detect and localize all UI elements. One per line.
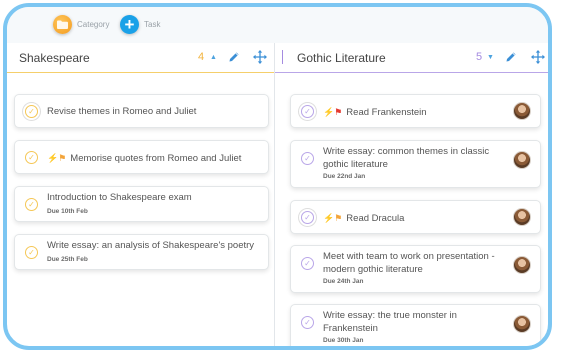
- category-icon: [53, 15, 72, 34]
- flag-icon: ⚑: [334, 213, 343, 223]
- complete-check-icon[interactable]: ✓: [301, 257, 314, 270]
- task-card[interactable]: ✓ ⚡⚑ Read Dracula: [290, 200, 541, 234]
- flag-icon: ⚑: [58, 153, 67, 163]
- avatar[interactable]: [513, 102, 531, 120]
- task-count: 4: [198, 51, 205, 63]
- task-title-line: Write essay: the true monster in: [323, 310, 457, 321]
- complete-check-icon[interactable]: ✓: [301, 211, 314, 224]
- lightning-icon: ⚡: [47, 153, 59, 163]
- complete-check-icon[interactable]: ✓: [301, 152, 314, 165]
- column-header: Gothic Literature 5 ▼: [275, 43, 548, 73]
- sort-down-icon[interactable]: ▼: [487, 54, 494, 61]
- task-title-row: ⚡⚑ Memorise quotes from Romeo and Juliet: [47, 152, 241, 166]
- column-color-bar: [282, 50, 283, 64]
- task-card[interactable]: ✓ Write essay: an analysis of Shakespear…: [14, 234, 269, 270]
- complete-check-icon[interactable]: ✓: [301, 316, 314, 329]
- task-card[interactable]: ✓ Revise themes in Romeo and Juliet: [14, 94, 269, 128]
- task-card[interactable]: ✓ Introduction to Shakespeare exam Due 1…: [14, 186, 269, 222]
- task-title: Write essay: common themes in classic got…: [323, 146, 489, 171]
- task-title: Read Dracula: [346, 213, 405, 224]
- task-title-line: modern gothic literature: [323, 263, 423, 275]
- category-column-shakespeare: Shakespeare 4 ▲ ✓ Revise themes in Romeo…: [7, 43, 275, 346]
- task-title-row: ⚡⚑ Read Dracula: [323, 212, 404, 226]
- due-date: Due 30th Jan: [323, 337, 364, 344]
- avatar[interactable]: [513, 151, 531, 169]
- due-date: Due 25th Feb: [47, 256, 88, 263]
- edit-pencil-icon[interactable]: [505, 51, 517, 63]
- due-date: Due 24th Jan: [323, 278, 364, 285]
- complete-check-icon[interactable]: ✓: [25, 198, 38, 211]
- edit-pencil-icon[interactable]: [228, 51, 240, 63]
- task-title-line: Write essay: common themes in classic: [323, 146, 490, 157]
- column-title: Shakespeare: [19, 51, 90, 65]
- plus-icon: +: [120, 15, 139, 34]
- flag-icon: ⚑: [334, 107, 343, 117]
- task-count: 5: [476, 51, 483, 63]
- task-title: Revise themes in Romeo and Juliet: [47, 106, 197, 117]
- add-task-button[interactable]: + Task: [120, 15, 160, 34]
- due-date: Due 22nd Jan: [323, 173, 366, 180]
- lightning-icon: ⚡: [323, 213, 335, 223]
- move-arrows-icon[interactable]: [531, 50, 545, 64]
- sort-up-icon[interactable]: ▲: [210, 54, 217, 61]
- task-title: Memorise quotes from Romeo and Juliet: [70, 153, 242, 164]
- complete-check-icon[interactable]: ✓: [25, 105, 38, 118]
- category-label: Category: [77, 20, 110, 29]
- task-title-line: Frankenstein: [323, 322, 378, 334]
- task-title: Write essay: an analysis of Shakespeare'…: [47, 240, 255, 251]
- task-title-line: Meet with team to work on presentation -: [323, 251, 495, 262]
- task-title: Introduction to Shakespeare exam: [47, 192, 192, 203]
- avatar[interactable]: [513, 208, 531, 226]
- move-arrows-icon[interactable]: [253, 50, 267, 64]
- task-title: Write essay: the true monster in Frankens…: [323, 310, 457, 335]
- column-accent-line: [275, 72, 548, 73]
- column-accent-line: [7, 72, 274, 73]
- priority-marks: ⚡⚑: [47, 152, 66, 165]
- priority-marks: ⚡⚑: [323, 106, 342, 119]
- task-card[interactable]: ✓ Meet with team to work on presentation…: [290, 245, 541, 293]
- add-category-button[interactable]: Category: [53, 15, 109, 34]
- complete-check-icon[interactable]: ✓: [25, 246, 38, 259]
- avatar[interactable]: [513, 256, 531, 274]
- toolbar: Category + Task: [7, 7, 548, 43]
- task-card[interactable]: ✓ Write essay: the true monster in Franke…: [290, 304, 541, 346]
- task-label: Task: [144, 20, 161, 29]
- task-card[interactable]: ✓ Write essay: common themes in classic g…: [290, 140, 541, 188]
- due-date: Due 10th Feb: [47, 208, 88, 215]
- task-title: Meet with team to work on presentation -…: [323, 251, 495, 276]
- column-header: Shakespeare 4 ▲: [7, 43, 274, 73]
- app-frame: Category + Task Shakespeare 4 ▲ ✓ Revise…: [3, 3, 552, 350]
- task-title: Read Frankenstein: [346, 107, 427, 118]
- task-card[interactable]: ✓ ⚡⚑ Read Frankenstein: [290, 94, 541, 128]
- complete-check-icon[interactable]: ✓: [301, 105, 314, 118]
- task-title-row: ⚡⚑ Read Frankenstein: [323, 106, 427, 120]
- complete-check-icon[interactable]: ✓: [25, 151, 38, 164]
- avatar[interactable]: [513, 315, 531, 333]
- task-title-line: gothic literature: [323, 158, 388, 170]
- task-card[interactable]: ✓ ⚡⚑ Memorise quotes from Romeo and Julie…: [14, 140, 269, 174]
- column-title: Gothic Literature: [297, 51, 386, 65]
- category-column-gothic-literature: Gothic Literature 5 ▼ ✓ ⚡⚑ Read Frankens…: [275, 43, 548, 346]
- priority-marks: ⚡⚑: [323, 212, 342, 225]
- lightning-icon: ⚡: [323, 107, 335, 117]
